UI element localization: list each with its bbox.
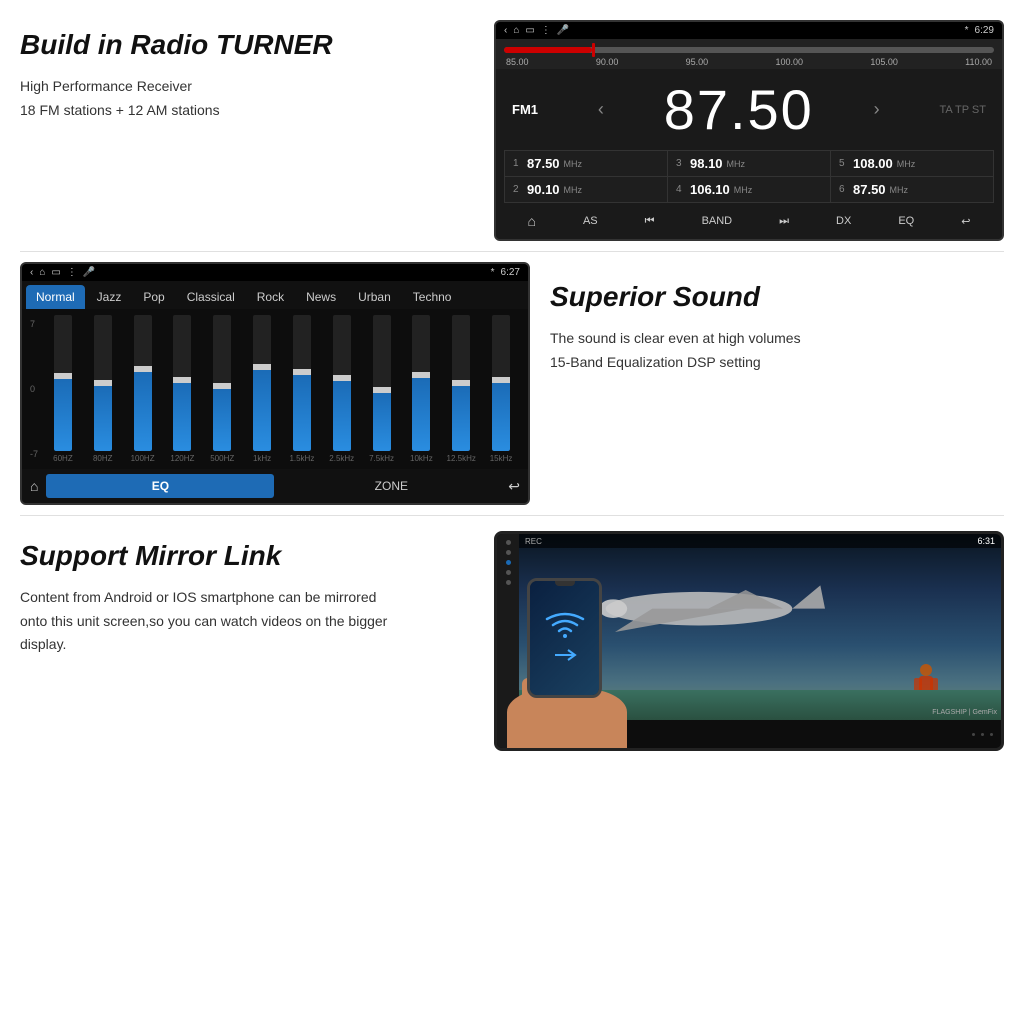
eq-bar-80hz: 80HZ <box>84 315 122 463</box>
eq-bluetooth-icon: * <box>491 267 495 278</box>
eq-zone-button[interactable]: ZONE <box>282 479 500 493</box>
mirror-time: 6:31 <box>977 536 995 546</box>
preset-4[interactable]: 4 106.10 MHz <box>668 177 830 202</box>
eq-bar-7.5khz: 7.5kHz <box>363 315 401 463</box>
mode-jazz[interactable]: Jazz <box>87 285 132 309</box>
eq-bar-1.5khz: 1.5kHz <box>283 315 321 463</box>
eq-bar-500hz: 500HZ <box>203 315 241 463</box>
as-button[interactable]: AS <box>575 211 606 231</box>
freq-track-bar: 85.00 90.00 95.00 100.00 105.00 110.00 <box>496 39 1002 69</box>
eq-modes: Normal Jazz Pop Classical Rock News Urba… <box>22 281 528 309</box>
status-time: 6:29 <box>975 25 994 36</box>
preset-5[interactable]: 5 108.00 MHz <box>831 151 993 176</box>
eq-bar-60hz: 60HZ <box>44 315 82 463</box>
radio-title: Build in Radio TURNER <box>20 30 474 61</box>
superior-sound-desc: The sound is clear even at high volumes … <box>550 327 1004 375</box>
mode-urban[interactable]: Urban <box>348 285 401 309</box>
radio-screenshot: ‹ ⌂ ▭ ⋮ 🎤 * 6:29 85.00 <box>494 20 1004 241</box>
eq-bar-120hz: 120HZ <box>164 315 202 463</box>
middle-section: ‹ ⌂ ▭ ⋮ 🎤 * 6:27 Normal Jazz Pop Classic… <box>0 252 1024 515</box>
home-button[interactable]: ⌂ <box>520 209 544 233</box>
mode-rock[interactable]: Rock <box>247 285 294 309</box>
dx-button[interactable]: DX <box>828 211 859 231</box>
brand-overlay: FLAGSHIP | GemFix <box>932 709 997 716</box>
preset-1[interactable]: 1 87.50 MHz <box>505 151 667 176</box>
eq-bar-12.5khz: 12.5kHz <box>442 315 480 463</box>
wifi-icon <box>545 611 585 641</box>
bottom-section: Support Mirror Link Content from Android… <box>0 521 1024 761</box>
preset-6[interactable]: 6 87.50 MHz <box>831 177 993 202</box>
mode-classical[interactable]: Classical <box>177 285 245 309</box>
radio-screen: ‹ ⌂ ▭ ⋮ 🎤 * 6:29 85.00 <box>494 20 1004 241</box>
radio-status-bar: ‹ ⌂ ▭ ⋮ 🎤 * 6:29 <box>496 22 1002 39</box>
eq-status-time: 6:27 <box>501 267 520 278</box>
radio-desc: High Performance Receiver 18 FM stations… <box>20 75 474 123</box>
mode-pop[interactable]: Pop <box>133 285 174 309</box>
eq-back-button[interactable]: ↩ <box>508 478 520 495</box>
eq-bar-10khz: 10kHz <box>402 315 440 463</box>
eq-status-bar: ‹ ⌂ ▭ ⋮ 🎤 * 6:27 <box>22 264 528 281</box>
mirror-desc: Content from Android or IOS smartphone c… <box>20 586 400 657</box>
superior-sound-info: Superior Sound The sound is clear even a… <box>550 262 1004 374</box>
preset-3[interactable]: 3 98.10 MHz <box>668 151 830 176</box>
mirror-screenshot: REC 6:31 <box>494 531 1004 751</box>
radio-band: FM1 <box>512 102 538 117</box>
eq-bar-100hz: 100HZ <box>124 315 162 463</box>
eq-body: 7 0 -7 60HZ <box>22 309 528 469</box>
eq-footer: ⌂ EQ ZONE ↩ <box>22 469 528 503</box>
next-track-button[interactable]: ⏭ <box>771 211 797 232</box>
mode-techno[interactable]: Techno <box>403 285 462 309</box>
eq-screenshot: ‹ ⌂ ▭ ⋮ 🎤 * 6:27 Normal Jazz Pop Classic… <box>20 262 530 505</box>
eq-home-button[interactable]: ⌂ <box>30 478 38 494</box>
prev-button[interactable]: ‹ <box>598 99 604 120</box>
radio-frequency: 87.50 <box>664 77 814 142</box>
radio-main: FM1 ‹ 87.50 › TA TP ST <box>496 69 1002 150</box>
radio-controls: ⌂ AS ⏮ BAND ⏭ DX EQ ↩ <box>496 203 1002 239</box>
eq-eq-button[interactable]: EQ <box>46 474 274 498</box>
freq-labels: 85.00 90.00 95.00 100.00 105.00 110.00 <box>504 57 994 67</box>
phone-frame <box>527 578 602 698</box>
eq-bar-15khz: 15kHz <box>482 315 520 463</box>
preset-2[interactable]: 2 90.10 MHz <box>505 177 667 202</box>
phone-hand <box>507 568 647 748</box>
superior-sound-title: Superior Sound <box>550 282 1004 313</box>
prev-track-button[interactable]: ⏮ <box>637 211 663 232</box>
back-button[interactable]: ↩ <box>953 211 978 232</box>
band-button[interactable]: BAND <box>694 211 741 231</box>
next-button[interactable]: › <box>874 99 880 120</box>
radio-presets: 1 87.50 MHz 3 98.10 MHz 5 108.00 MHz 2 9… <box>504 150 994 203</box>
eq-bar-1khz: 1kHz <box>243 315 281 463</box>
eq-screen: ‹ ⌂ ▭ ⋮ 🎤 * 6:27 Normal Jazz Pop Classic… <box>20 262 530 505</box>
radio-ta-tp-st: TA TP ST <box>940 104 986 116</box>
mirror-screen: REC 6:31 <box>494 531 1004 751</box>
eq-level-labels: 7 0 -7 <box>30 315 38 463</box>
mirror-info: Support Mirror Link Content from Android… <box>20 531 474 657</box>
connection-arrow-icon <box>550 645 580 665</box>
eq-bar-2.5khz: 2.5kHz <box>323 315 361 463</box>
eq-button[interactable]: EQ <box>890 211 922 231</box>
mirror-title: Support Mirror Link <box>20 541 474 572</box>
top-section: Build in Radio TURNER High Performance R… <box>0 0 1024 251</box>
mode-normal[interactable]: Normal <box>26 285 85 309</box>
mode-news[interactable]: News <box>296 285 346 309</box>
radio-info: Build in Radio TURNER High Performance R… <box>20 20 474 122</box>
bluetooth-icon: * <box>965 25 969 36</box>
